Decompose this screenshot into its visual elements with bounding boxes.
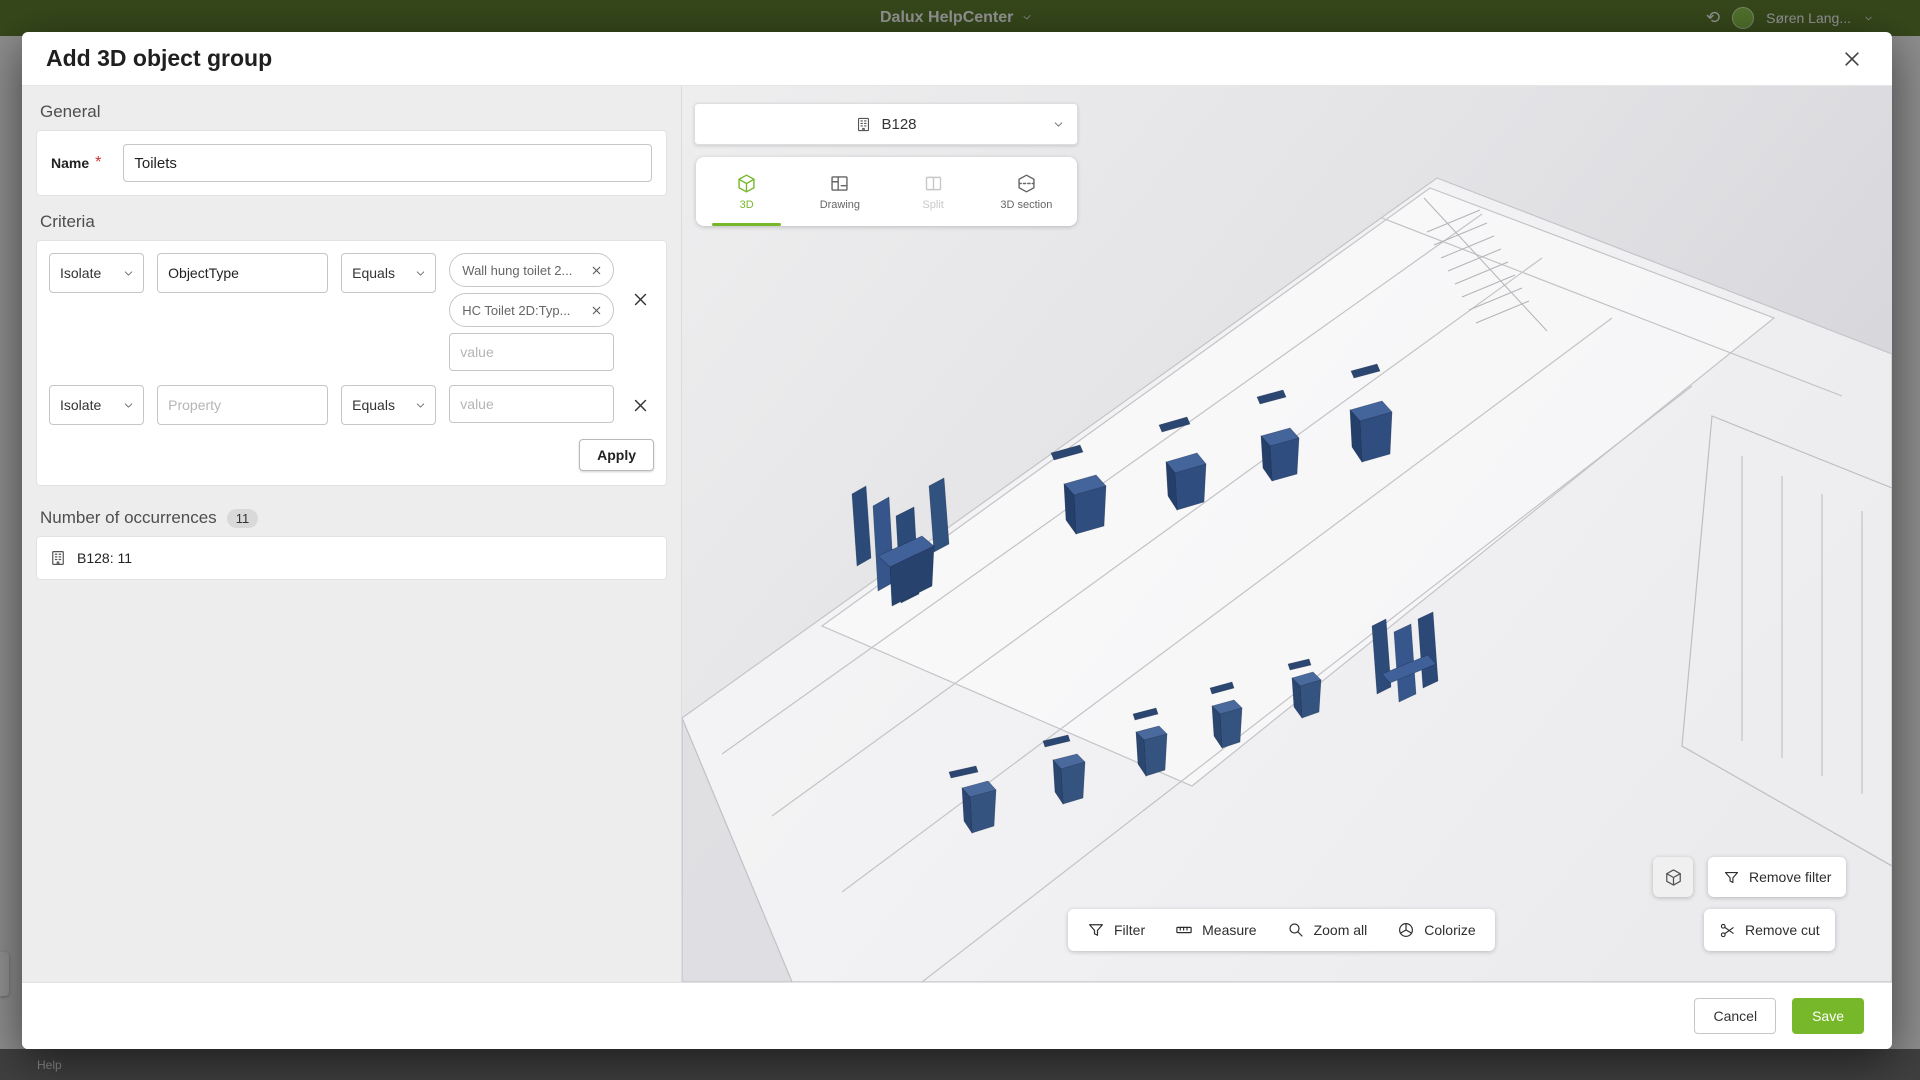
button-label: Remove cut	[1745, 922, 1820, 938]
view-mode-tabs: 3D Drawing Split	[696, 157, 1077, 226]
scope-select[interactable]: Isolate	[49, 385, 144, 425]
toolbar-label: Measure	[1202, 922, 1256, 938]
criteria-card: Isolate Equals Wall hung	[36, 240, 667, 486]
object-group-form-panel: General Name * Criteria Isolate	[22, 86, 682, 982]
close-icon[interactable]	[1836, 43, 1868, 75]
colorize-button[interactable]: Colorize	[1382, 909, 1490, 951]
dialog-footer: Cancel Save	[22, 982, 1892, 1049]
name-field-card: Name *	[36, 130, 667, 196]
occurrence-list-item[interactable]: B128: 11	[36, 536, 667, 580]
color-wheel-icon	[1397, 921, 1415, 939]
remove-cut-button[interactable]: Remove cut	[1704, 909, 1835, 951]
chevron-down-icon	[1052, 118, 1065, 131]
chip-remove-icon[interactable]	[587, 301, 605, 319]
button-label: Remove filter	[1749, 869, 1831, 885]
required-marker: *	[95, 154, 101, 172]
operator-select-value: Equals	[352, 397, 395, 413]
value-input[interactable]	[449, 333, 614, 371]
ruler-icon	[1175, 921, 1193, 939]
remove-criteria-row-icon[interactable]	[627, 391, 654, 419]
occurrences-count-badge: 11	[227, 509, 259, 528]
toolbar-label: Filter	[1114, 922, 1145, 938]
tab-3d[interactable]: 3D	[700, 157, 793, 226]
scope-select-value: Isolate	[60, 265, 101, 281]
3d-viewport[interactable]: B128 3D Drawing	[682, 86, 1892, 982]
drawing-icon	[829, 173, 850, 194]
cube-icon	[1664, 868, 1683, 887]
value-chip-label: Wall hung toilet 2...	[462, 263, 572, 278]
add-3d-object-group-dialog: Add 3D object group General Name * Crite…	[22, 32, 1892, 1049]
criteria-heading: Criteria	[40, 212, 663, 232]
building-icon	[855, 116, 872, 133]
chevron-down-icon	[122, 267, 135, 280]
model-selector-value: B128	[881, 116, 916, 133]
apply-button[interactable]: Apply	[579, 439, 654, 471]
filter-button[interactable]: Filter	[1072, 909, 1160, 951]
toolbar-label: Zoom all	[1314, 922, 1368, 938]
tab-label: 3D	[740, 199, 754, 211]
occurrences-heading: Number of occurrences	[40, 508, 217, 528]
scissors-icon	[1719, 922, 1736, 939]
save-button[interactable]: Save	[1792, 998, 1864, 1034]
scope-select-value: Isolate	[60, 397, 101, 413]
value-column: Wall hung toilet 2... HC Toilet 2D:Typ..…	[449, 253, 614, 371]
chevron-down-icon	[414, 399, 427, 412]
tab-drawing[interactable]: Drawing	[793, 157, 886, 226]
tab-label: Split	[922, 199, 943, 211]
dialog-header: Add 3D object group	[22, 32, 1892, 86]
value-chip: Wall hung toilet 2...	[449, 253, 614, 287]
criteria-row: Isolate Equals	[49, 385, 654, 425]
name-input[interactable]	[123, 144, 652, 182]
chip-remove-icon[interactable]	[587, 261, 605, 279]
filter-icon	[1087, 921, 1105, 939]
remove-criteria-row-icon[interactable]	[627, 285, 654, 313]
cube-icon	[736, 173, 757, 194]
tab-label: 3D section	[1000, 199, 1052, 211]
value-chip: HC Toilet 2D:Typ...	[449, 293, 614, 327]
tab-3d-section[interactable]: 3D section	[980, 157, 1073, 226]
dialog-title: Add 3D object group	[46, 45, 272, 72]
tab-split: Split	[887, 157, 980, 226]
criteria-row: Isolate Equals Wall hung	[49, 253, 654, 371]
operator-select[interactable]: Equals	[341, 385, 436, 425]
value-input[interactable]	[449, 385, 614, 423]
property-input[interactable]	[157, 253, 328, 293]
magnifier-icon	[1287, 921, 1305, 939]
viewer-toolbar: Filter Measure Zoom all	[1068, 909, 1495, 951]
cancel-button[interactable]: Cancel	[1694, 998, 1776, 1034]
measure-button[interactable]: Measure	[1160, 909, 1271, 951]
building-icon	[49, 549, 67, 567]
value-column	[449, 385, 614, 423]
section-cube-button[interactable]	[1653, 857, 1693, 897]
chevron-down-icon	[414, 267, 427, 280]
operator-select-value: Equals	[352, 265, 395, 281]
occurrence-label: B128: 11	[77, 550, 132, 566]
general-heading: General	[40, 102, 663, 122]
property-input[interactable]	[157, 385, 328, 425]
split-icon	[923, 173, 944, 194]
value-chip-label: HC Toilet 2D:Typ...	[462, 303, 570, 318]
model-selector-dropdown[interactable]: B128	[694, 103, 1078, 145]
cube-section-icon	[1016, 173, 1037, 194]
zoom-all-button[interactable]: Zoom all	[1272, 909, 1383, 951]
scope-select[interactable]: Isolate	[49, 253, 144, 293]
name-label: Name	[51, 155, 89, 171]
tab-label: Drawing	[820, 199, 860, 211]
toolbar-label: Colorize	[1424, 922, 1475, 938]
chevron-down-icon	[122, 399, 135, 412]
filter-icon	[1723, 869, 1740, 886]
remove-filter-button[interactable]: Remove filter	[1708, 857, 1846, 897]
operator-select[interactable]: Equals	[341, 253, 436, 293]
